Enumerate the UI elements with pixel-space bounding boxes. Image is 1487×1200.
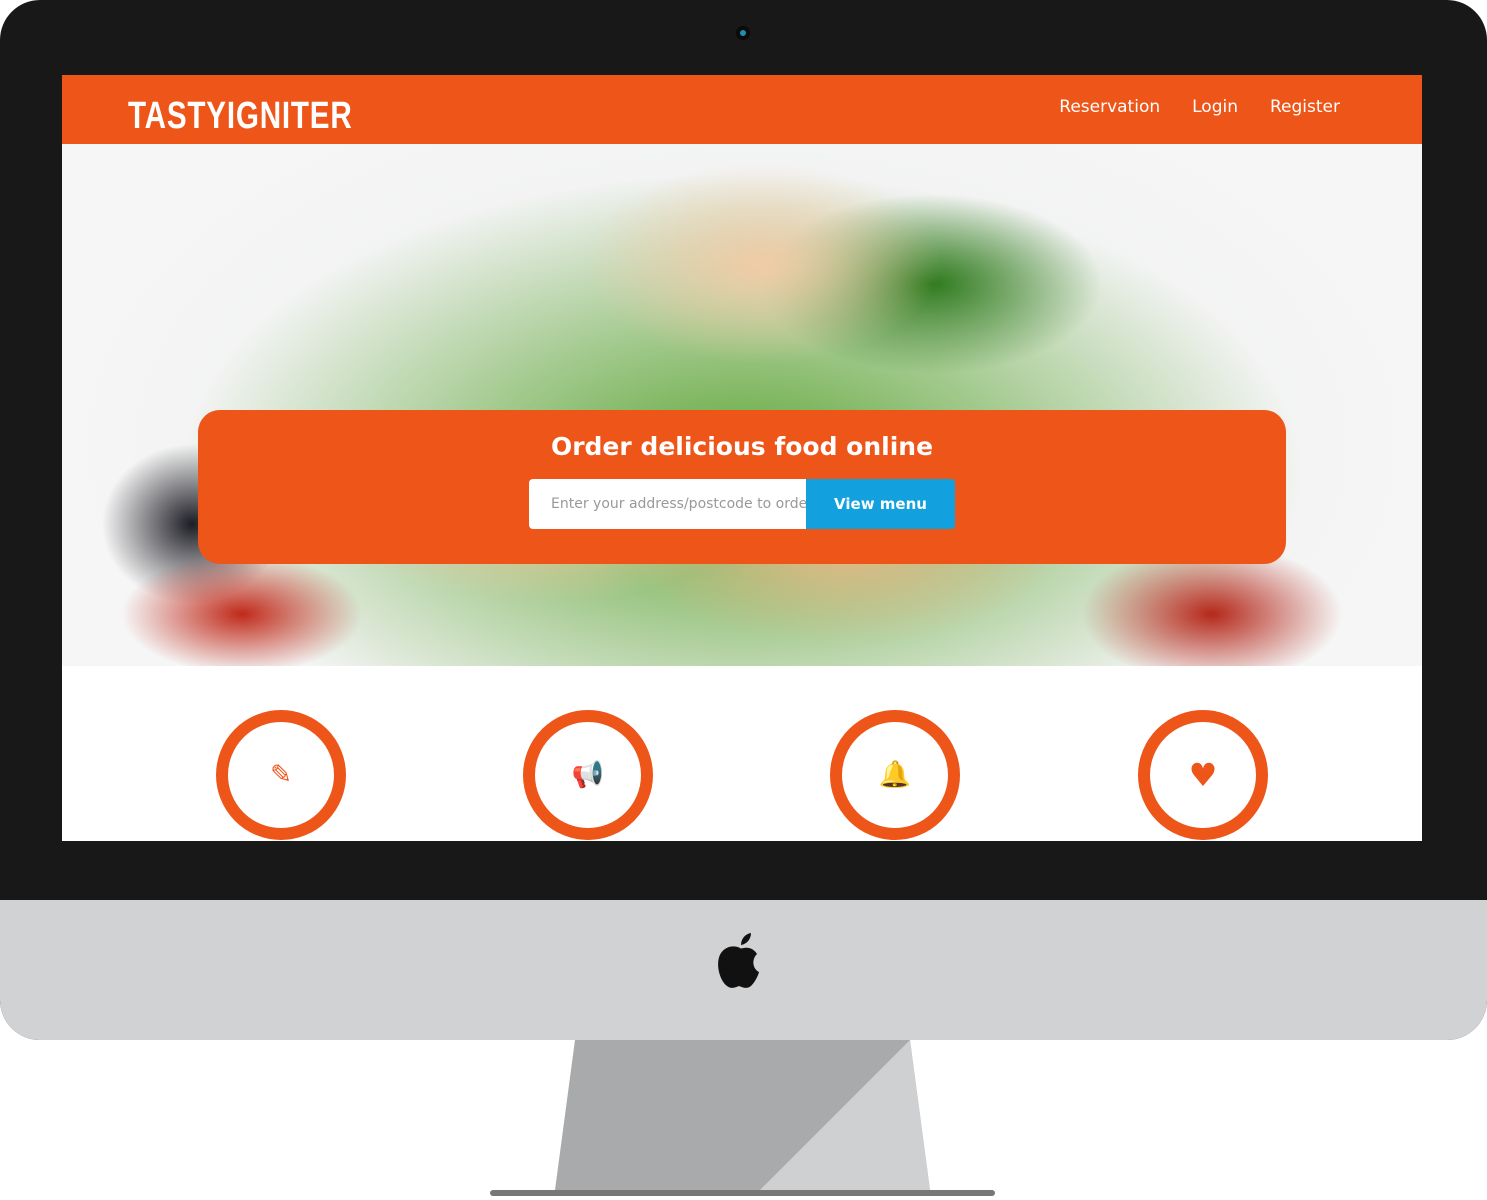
address-input[interactable]	[529, 479, 806, 529]
logo[interactable]: TASTYIGNITER	[128, 95, 353, 138]
screen: TASTYIGNITER Reservation Login Register …	[62, 75, 1422, 841]
megaphone-icon: 📢	[523, 710, 653, 840]
nav-register[interactable]: Register	[1270, 97, 1340, 117]
navbar: TASTYIGNITER Reservation Login Register	[62, 75, 1422, 144]
monitor-bezel: TASTYIGNITER Reservation Login Register …	[0, 0, 1487, 1040]
heart-icon: ♥	[1138, 710, 1268, 840]
bell-icon: 🔔	[830, 710, 960, 840]
apple-logo-icon	[718, 933, 759, 988]
hero-food-image: Order delicious food online View menu	[62, 144, 1422, 666]
nav-reservation[interactable]: Reservation	[1059, 97, 1160, 117]
monitor-stand	[490, 1040, 995, 1196]
hero-title: Order delicious food online	[550, 432, 934, 461]
view-menu-button[interactable]: View menu	[806, 479, 955, 529]
nav-login[interactable]: Login	[1192, 97, 1238, 117]
pencil-icon: ✎	[216, 710, 346, 840]
webcam	[736, 26, 750, 40]
order-panel: Order delicious food online View menu	[198, 410, 1286, 564]
